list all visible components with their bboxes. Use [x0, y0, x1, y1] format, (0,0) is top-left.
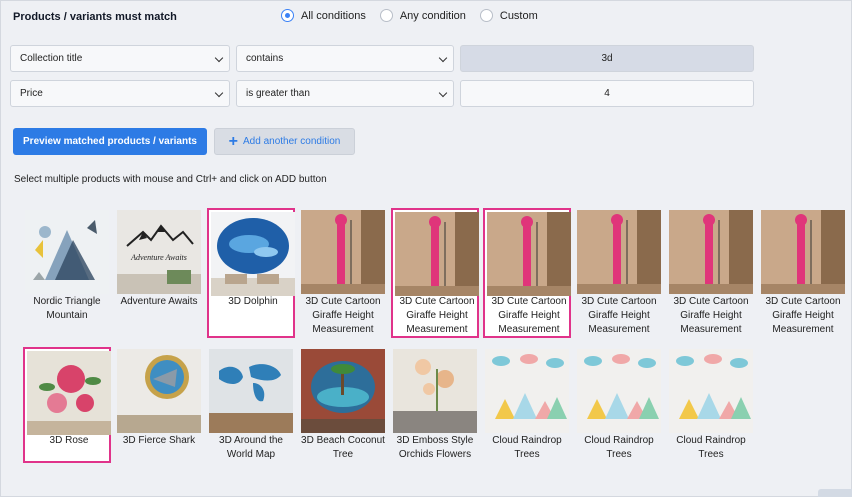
- field-select[interactable]: Price: [10, 80, 230, 107]
- radio-label: Any condition: [399, 9, 466, 22]
- product-thumbnail: [577, 210, 661, 294]
- radio-unchecked-icon[interactable]: [479, 9, 493, 22]
- product-tile[interactable]: Adventure Awaits Adventure Awaits: [115, 208, 203, 338]
- product-thumbnail: [211, 212, 295, 296]
- plus-icon: +: [228, 132, 239, 150]
- field-select-value: Collection title: [20, 53, 83, 64]
- product-name: 3D Around the World Map: [219, 435, 283, 460]
- product-name: Adventure Awaits: [120, 296, 198, 307]
- product-thumbnail: [27, 351, 111, 435]
- condition-row-2: Price is greater than 4: [10, 80, 754, 107]
- product-name: Cloud Raindrop Trees: [676, 435, 746, 460]
- product-tile[interactable]: 3D Beach Coconut Tree: [299, 347, 387, 463]
- operator-select[interactable]: contains: [236, 45, 454, 72]
- radio-unchecked-icon[interactable]: [379, 9, 393, 22]
- product-tile[interactable]: 3D Cute Cartoon Giraffe Height Measureme…: [575, 208, 663, 338]
- chevron-down-icon: [214, 88, 224, 98]
- product-tile[interactable]: 3D Cute Cartoon Giraffe Height Measureme…: [667, 208, 755, 338]
- field-select[interactable]: Collection title: [10, 45, 230, 72]
- product-tile[interactable]: 3D Cute Cartoon Giraffe Height Measureme…: [299, 208, 387, 338]
- radio-label: Custom: [499, 9, 538, 22]
- radio-label: All conditions: [301, 9, 366, 22]
- product-tile[interactable]: 3D Around the World Map: [207, 347, 295, 463]
- product-tile-selected[interactable]: 3D Dolphin: [207, 208, 295, 338]
- preview-button-label: Preview matched products / variants: [23, 136, 197, 147]
- add-condition-label: Add another condition: [243, 136, 341, 147]
- product-tile[interactable]: 3D Fierce Shark: [115, 347, 203, 463]
- chevron-down-icon: [438, 53, 448, 63]
- product-name: 3D Cute Cartoon Giraffe Height Measureme…: [305, 296, 381, 335]
- product-name: 3D Dolphin: [228, 296, 278, 307]
- product-tile[interactable]: 3D Cute Cartoon Giraffe Height Measureme…: [759, 208, 847, 338]
- match-mode-radio-group: All conditions Any condition Custom: [281, 9, 552, 22]
- field-select-value: Price: [20, 88, 43, 99]
- product-thumbnail: [761, 210, 845, 294]
- radio-any-condition[interactable]: Any condition: [379, 9, 466, 22]
- radio-checked-icon[interactable]: [281, 9, 294, 22]
- product-name: 3D Fierce Shark: [122, 435, 196, 446]
- selection-hint: Select multiple products with mouse and …: [14, 174, 327, 185]
- product-name: 3D Cute Cartoon Giraffe Height Measureme…: [399, 296, 475, 335]
- value-input-text: 4: [604, 88, 610, 99]
- product-thumbnail: [25, 210, 109, 294]
- product-name: Cloud Raindrop Trees: [584, 435, 654, 460]
- product-name: 3D Cute Cartoon Giraffe Height Measureme…: [491, 296, 567, 335]
- product-name: Nordic Triangle Mountain: [33, 296, 101, 321]
- product-thumbnail: Adventure Awaits: [117, 210, 201, 294]
- product-name: Cloud Raindrop Trees: [492, 435, 562, 460]
- product-name: 3D Cute Cartoon Giraffe Height Measureme…: [765, 296, 841, 335]
- product-thumbnail: [577, 349, 661, 433]
- product-thumbnail: [485, 349, 569, 433]
- operator-select[interactable]: is greater than: [236, 80, 454, 107]
- product-thumbnail: [301, 349, 385, 433]
- value-input[interactable]: 4: [460, 80, 754, 107]
- radio-custom[interactable]: Custom: [479, 9, 538, 22]
- product-name: 3D Emboss Style Orchids Flowers: [396, 435, 474, 460]
- add-condition-button[interactable]: + Add another condition: [214, 128, 355, 155]
- product-thumbnail: [393, 349, 477, 433]
- scroll-handle[interactable]: [818, 489, 852, 497]
- product-thumbnail: [669, 210, 753, 294]
- product-thumbnail: [301, 210, 385, 294]
- operator-select-value: is greater than: [246, 88, 310, 99]
- product-tile[interactable]: Cloud Raindrop Trees: [483, 347, 571, 463]
- product-name: 3D Cute Cartoon Giraffe Height Measureme…: [673, 296, 749, 335]
- value-input-text: 3d: [601, 53, 613, 64]
- product-tile-selected[interactable]: 3D Cute Cartoon Giraffe Height Measureme…: [483, 208, 571, 338]
- operator-select-value: contains: [246, 53, 284, 64]
- condition-row-1: Collection title contains 3d: [10, 45, 754, 72]
- radio-all-conditions[interactable]: All conditions: [281, 9, 366, 22]
- chevron-down-icon: [438, 88, 448, 98]
- product-thumbnail: [669, 349, 753, 433]
- preview-matched-button[interactable]: Preview matched products / variants: [13, 128, 207, 155]
- product-thumbnail: [395, 212, 479, 296]
- chevron-down-icon: [214, 53, 224, 63]
- product-thumbnail: [209, 349, 293, 433]
- product-thumbnail: [117, 349, 201, 433]
- product-tile[interactable]: Cloud Raindrop Trees: [575, 347, 663, 463]
- product-tile[interactable]: Nordic Triangle Mountain: [23, 208, 111, 338]
- product-name: 3D Rose: [49, 435, 89, 446]
- product-tile[interactable]: 3D Emboss Style Orchids Flowers: [391, 347, 479, 463]
- match-label: Products / variants must match: [13, 11, 177, 23]
- product-name: 3D Cute Cartoon Giraffe Height Measureme…: [581, 296, 657, 335]
- value-input[interactable]: 3d: [460, 45, 754, 72]
- product-tile-selected[interactable]: 3D Rose: [23, 347, 111, 463]
- product-thumbnail: [487, 212, 571, 296]
- svg-text:Adventure Awaits: Adventure Awaits: [130, 253, 187, 262]
- product-name: 3D Beach Coconut Tree: [301, 435, 385, 460]
- product-tile-selected[interactable]: 3D Cute Cartoon Giraffe Height Measureme…: [391, 208, 479, 338]
- product-tile[interactable]: Cloud Raindrop Trees: [667, 347, 755, 463]
- match-header: Products / variants must match: [13, 9, 177, 25]
